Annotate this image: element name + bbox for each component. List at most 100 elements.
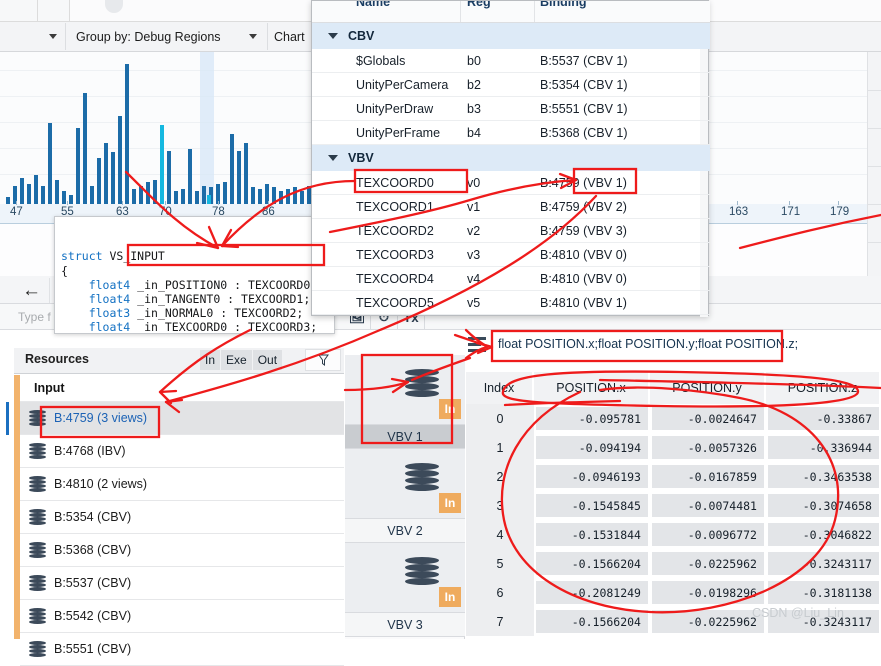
filter-in[interactable]: In	[200, 350, 221, 370]
code-line: float3 _in_NORMAL0 : TEXCOORD2;	[61, 306, 304, 321]
histogram-bar	[125, 64, 129, 204]
binding-reg: b2	[467, 78, 481, 92]
column-header-position-z[interactable]: POSITION.z	[766, 372, 881, 404]
cell-position-z: -0.3046822	[768, 523, 879, 546]
bindings-row[interactable]: TEXCOORD5 v5 B:4810 (VBV 1)	[312, 291, 710, 315]
column-header-index[interactable]: Index	[466, 372, 534, 404]
binding-name: TEXCOORD3	[356, 248, 434, 262]
bindings-group-header[interactable]: CBV	[312, 23, 710, 49]
resource-list-item[interactable]: B:5368 (CBV)	[20, 534, 344, 567]
bindings-group-header[interactable]: VBV	[312, 145, 710, 171]
histogram-bar	[153, 180, 157, 204]
buffer-data-grid[interactable]: Index POSITION.x POSITION.y POSITION.z 0…	[466, 372, 881, 639]
histogram-bar	[41, 185, 45, 204]
bindings-row[interactable]: TEXCOORD2 v2 B:4759 (VBV 3)	[312, 219, 710, 243]
bindings-col-binding[interactable]: Binding	[540, 1, 587, 17]
bindings-row[interactable]: TEXCOORD0 v0 B:4759 (VBV 1)	[312, 171, 710, 195]
resources-group-header: Input	[20, 375, 344, 402]
resource-list-item[interactable]: B:5537 (CBV)	[20, 567, 344, 600]
binding-name: UnityPerFrame	[356, 126, 441, 140]
column-header-position-y[interactable]: POSITION.y	[650, 372, 766, 404]
histogram-bar	[55, 180, 59, 204]
histogram-bar	[83, 93, 87, 204]
cell-position-x: -0.094194	[536, 436, 648, 459]
histogram-bar	[286, 189, 290, 204]
vbv-card-label[interactable]: VBV 3	[345, 613, 465, 637]
funnel-icon[interactable]	[305, 349, 341, 371]
bindings-row[interactable]: $Globals b0 B:5537 (CBV 1)	[312, 49, 710, 73]
watermark: CSDN @Liu_Lin	[752, 606, 844, 620]
resources-title: Resources	[25, 352, 89, 366]
binding-target: B:5368 (CBV 1)	[540, 126, 628, 140]
shader-bindings-popup[interactable]: Name Reg Binding CBV $Globals b0 B:5537 (CB…	[311, 0, 710, 317]
cell-index: 6	[466, 578, 534, 607]
table-row[interactable]: 2 -0.0946193 -0.0167859 -0.3463538	[466, 462, 881, 491]
toolbar-cell-left-2	[38, 0, 70, 22]
table-row[interactable]: 0 -0.095781 -0.0024647 -0.33867	[466, 404, 881, 433]
cell-index: 7	[466, 607, 534, 636]
back-button[interactable]: ←	[14, 278, 50, 303]
chart-dropdown[interactable]: Chart	[268, 23, 313, 50]
binding-name: UnityPerDraw	[356, 102, 434, 116]
histogram-bar	[174, 191, 178, 204]
vbv-card-label[interactable]: VBV 2	[345, 519, 465, 543]
bindings-row[interactable]: UnityPerFrame b4 B:5368 (CBV 1)	[312, 121, 710, 145]
group-by-dropdown[interactable]: Group by: Debug Regions	[66, 23, 268, 50]
resource-list-item[interactable]: B:5542 (CBV)	[20, 600, 344, 633]
vbv-card[interactable]: In	[345, 543, 465, 613]
binding-name: TEXCOORD1	[356, 200, 434, 214]
format-string-field[interactable]: float POSITION.x;float POSITION.y;float …	[498, 337, 798, 351]
cell-position-x: -0.1566204	[536, 610, 648, 633]
binding-target: B:4759 (VBV 2)	[540, 200, 627, 214]
bindings-row[interactable]: TEXCOORD4 v4 B:4810 (VBV 0)	[312, 267, 710, 291]
column-header-position-x[interactable]: POSITION.x	[534, 372, 650, 404]
histogram-bar	[111, 152, 115, 204]
histogram-bar	[181, 189, 185, 204]
bindings-row[interactable]: TEXCOORD1 v1 B:4759 (VBV 2)	[312, 195, 710, 219]
histogram-bar	[146, 181, 150, 204]
cell-position-y: -0.0024647	[652, 407, 764, 430]
cell-position-x: -0.1566204	[536, 552, 648, 575]
bindings-col-name[interactable]: Name	[356, 1, 390, 17]
vbv-card-label[interactable]: VBV 1	[345, 425, 465, 449]
cell-position-y: -0.0074481	[652, 494, 764, 517]
table-row[interactable]: 4 -0.1531844 -0.0096772 -0.3046822	[466, 520, 881, 549]
histogram-bar	[104, 143, 108, 204]
group-by-label: Group by: Debug Regions	[76, 29, 221, 44]
bindings-row[interactable]: UnityPerDraw b3 B:5551 (CBV 1)	[312, 97, 710, 121]
filter-exe[interactable]: Exe	[221, 350, 252, 370]
resource-list-item[interactable]: B:5551 (CBV)	[20, 633, 344, 666]
vbv-card[interactable]: In	[345, 449, 465, 519]
chevron-down-icon	[49, 34, 57, 39]
cell-position-y: -0.0225962	[652, 610, 764, 633]
bindings-group-label: CBV	[348, 29, 375, 43]
histogram-bar	[300, 191, 304, 204]
bindings-row[interactable]: UnityPerCamera b2 B:5354 (CBV 1)	[312, 73, 710, 97]
code-line: {	[61, 263, 68, 278]
cell-position-z: -0.3243117	[768, 552, 879, 575]
bindings-col-reg[interactable]: Reg	[467, 1, 491, 17]
histogram-bar	[20, 178, 24, 204]
histogram-bar	[160, 124, 164, 204]
resource-list-item[interactable]: B:4768 (IBV)	[20, 435, 344, 468]
binding-target: B:4810 (VBV 0)	[540, 272, 627, 286]
table-row[interactable]: 3 -0.1545845 -0.0074481 -0.3074658	[466, 491, 881, 520]
format-list-icon[interactable]	[468, 337, 486, 353]
resource-label: B:5551 (CBV)	[54, 642, 132, 656]
selection-indicator	[6, 402, 9, 435]
unnamed-dropdown[interactable]	[0, 23, 66, 50]
resource-list-item[interactable]: B:4810 (2 views)	[20, 468, 344, 501]
histogram-bar	[97, 157, 101, 204]
table-row[interactable]: 1 -0.094194 -0.0057326 -0.336944	[466, 433, 881, 462]
bindings-row[interactable]: TEXCOORD3 v3 B:4810 (VBV 0)	[312, 243, 710, 267]
histogram-bar	[90, 185, 94, 204]
vbv-card[interactable]: In	[345, 355, 465, 425]
filter-out[interactable]: Out	[252, 350, 283, 370]
resource-list-item[interactable]: B:5354 (CBV)	[20, 501, 344, 534]
cell-position-y: -0.0198296	[652, 581, 764, 604]
chevron-down-icon	[328, 155, 338, 161]
table-row[interactable]: 5 -0.1566204 -0.0225962 -0.3243117	[466, 549, 881, 578]
resource-label: B:5537 (CBV)	[54, 576, 132, 590]
resource-list-item[interactable]: B:4759 (3 views)	[20, 402, 344, 435]
table-row[interactable]: 6 -0.2081249 -0.0198296 -0.3181138	[466, 578, 881, 607]
